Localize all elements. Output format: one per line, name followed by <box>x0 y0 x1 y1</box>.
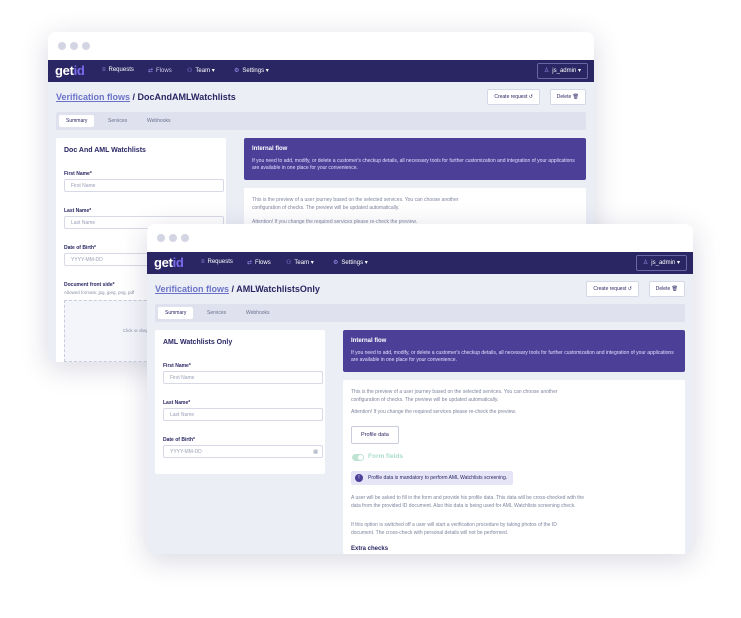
team-icon: ⚇ <box>286 260 292 266</box>
tab-bar: Summary Services Webhooks <box>155 304 685 322</box>
form-title: Doc And AML Watchlists <box>64 147 146 154</box>
top-nav: getid ≡ Requests ⇄ Flows ⚇ Team ▾ ⚙ Settings… <box>147 252 693 274</box>
breadcrumb: Verification flows / AMLWatchlistsOnly <box>155 284 320 294</box>
extra-checks-heading: Extra checks <box>351 546 389 552</box>
user-menu[interactable]: ♙ js_admin ▾ <box>536 63 588 79</box>
tab-webhooks[interactable]: Webhooks <box>140 115 178 127</box>
page-title: / DocAndAMLWatchlists <box>130 92 236 102</box>
window-chrome <box>147 224 693 252</box>
preview-attention: Attention! If you change the required se… <box>351 409 517 415</box>
banner-text: If you need to add, modify, or delete a … <box>351 350 674 363</box>
nav-flows[interactable]: ⇄ Flows <box>247 259 271 266</box>
gear-icon: ⚙ <box>333 260 339 266</box>
user-icon: ♙ <box>642 260 649 266</box>
window-dot <box>157 234 165 242</box>
window-dot <box>169 234 177 242</box>
preview-panel: This is the preview of a user journey ba… <box>343 380 685 554</box>
breadcrumb-link[interactable]: Verification flows <box>155 284 229 294</box>
preview-description: This is the preview of a user journey ba… <box>252 197 459 211</box>
info-icon: ! <box>355 473 363 482</box>
flows-icon: ⇄ <box>148 68 154 74</box>
page-title: / AMLWatchlistsOnly <box>229 284 320 294</box>
banner-title: Internal flow <box>351 338 387 344</box>
flows-icon: ⇄ <box>247 260 253 266</box>
form-fields-label: Form fields <box>368 453 404 460</box>
form-preview-card: AML Watchlists Only First Name* First Na… <box>155 330 325 474</box>
tab-webhooks[interactable]: Webhooks <box>239 307 277 319</box>
nav-requests[interactable]: ≡ Requests <box>102 67 134 73</box>
first-name-field[interactable]: First Name <box>64 179 224 192</box>
nav-requests[interactable]: ≡ Requests <box>201 259 233 265</box>
window-dot <box>70 42 78 50</box>
form-title: AML Watchlists Only <box>163 339 233 346</box>
calendar-icon[interactable]: ▦ <box>313 446 318 459</box>
form-fields-toggle[interactable] <box>352 454 364 461</box>
window-dot <box>58 42 66 50</box>
nav-settings[interactable]: ⚙ Settings ▾ <box>333 259 368 266</box>
menu-icon: ≡ <box>201 259 205 265</box>
document-label: Document front side* <box>64 282 115 288</box>
first-name-label: First Name* <box>64 171 92 177</box>
internal-flow-banner: Internal flow If you need to add, modify… <box>244 138 586 180</box>
form-fields-description: A user will be asked to fill in the form… <box>351 495 585 509</box>
form-fields-off-description: If this option is switched off a user wi… <box>351 522 557 536</box>
getid-logo[interactable]: getid <box>154 255 184 270</box>
getid-logo[interactable]: getid <box>55 63 85 78</box>
first-name-label: First Name* <box>163 363 191 369</box>
menu-icon: ≡ <box>102 67 106 73</box>
front-browser-window: getid ≡ Requests ⇄ Flows ⚇ Team ▾ ⚙ Settings… <box>147 224 693 554</box>
team-icon: ⚇ <box>187 68 193 74</box>
window-dot <box>82 42 90 50</box>
window-chrome <box>48 32 594 60</box>
dob-label: Date of Birth* <box>163 437 195 443</box>
banner-text: If you need to add, modify, or delete a … <box>252 158 575 171</box>
first-name-field[interactable]: First Name <box>163 371 323 384</box>
create-request-button[interactable]: Create request ↺ <box>487 89 540 105</box>
tab-bar: Summary Services Webhooks <box>56 112 586 130</box>
dob-field[interactable]: YYYY-MM-DD ▦ <box>163 445 323 458</box>
banner-title: Internal flow <box>252 146 288 152</box>
tab-summary[interactable]: Summary <box>59 115 95 127</box>
last-name-field[interactable]: Last Name <box>163 408 323 421</box>
page-content: Verification flows / AMLWatchlistsOnly C… <box>147 274 693 554</box>
last-name-label: Last Name* <box>64 208 92 214</box>
delete-button[interactable]: Delete 🗑 <box>549 89 586 105</box>
preview-description: This is the preview of a user journey ba… <box>351 389 558 403</box>
breadcrumb-link[interactable]: Verification flows <box>56 92 130 102</box>
dob-label: Date of Birth* <box>64 245 96 251</box>
info-notice: ! Profile data is mandatory to perform AM… <box>351 471 514 485</box>
gear-icon: ⚙ <box>234 68 240 74</box>
nav-team[interactable]: ⚇ Team ▾ <box>286 259 314 266</box>
top-nav: getid ≡ Requests ⇄ Flows ⚇ Team ▾ ⚙ Settings… <box>48 60 594 82</box>
breadcrumb: Verification flows / DocAndAMLWatchlists <box>56 92 236 102</box>
nav-settings[interactable]: ⚙ Settings ▾ <box>234 67 269 74</box>
user-icon: ♙ <box>543 68 550 74</box>
profile-data-button[interactable]: Profile data <box>351 426 399 444</box>
window-dot <box>181 234 189 242</box>
last-name-label: Last Name* <box>163 400 191 406</box>
nav-flows[interactable]: ⇄ Flows <box>148 67 172 74</box>
nav-team[interactable]: ⚇ Team ▾ <box>187 67 215 74</box>
user-menu[interactable]: ♙ js_admin ▾ <box>635 255 687 271</box>
tab-services[interactable]: Services <box>101 115 134 127</box>
tab-services[interactable]: Services <box>200 307 233 319</box>
create-request-button[interactable]: Create request ↺ <box>586 281 639 297</box>
internal-flow-banner: Internal flow If you need to add, modify… <box>343 330 685 372</box>
delete-button[interactable]: Delete 🗑 <box>648 281 685 297</box>
tab-summary[interactable]: Summary <box>158 307 194 319</box>
document-hint: Allowed formats: jpg, jpeg, png, pdf <box>64 290 135 295</box>
